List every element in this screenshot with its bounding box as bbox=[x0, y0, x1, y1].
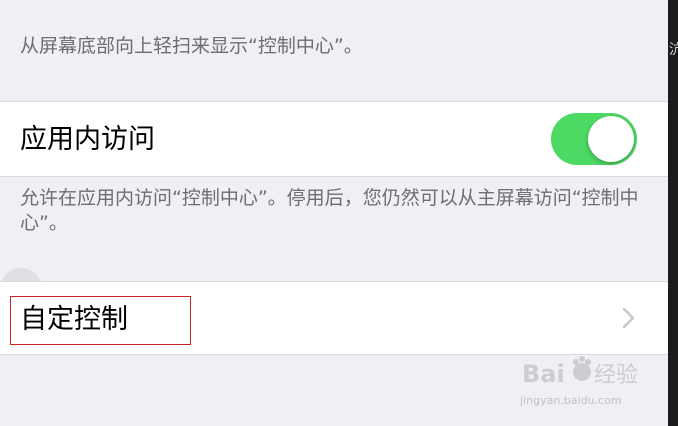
svg-text:经验: 经验 bbox=[594, 363, 638, 388]
toggle-knob bbox=[588, 116, 634, 162]
adjacent-window-edge: 沆 bbox=[668, 0, 678, 426]
swipe-hint-text: 从屏幕底部向上轻扫来显示“控制中心”。 bbox=[20, 35, 363, 57]
access-within-apps-toggle[interactable] bbox=[551, 113, 637, 165]
access-within-apps-label: 应用内访问 bbox=[20, 124, 155, 155]
baidu-logo-icon: Bai 经验 bbox=[522, 356, 638, 388]
watermark-url: jingyan.baidu.com bbox=[520, 394, 622, 407]
chevron-right-icon bbox=[622, 307, 635, 329]
settings-page: 从屏幕底部向上轻扫来显示“控制中心”。 应用内访问 允许在应用内访问“控制中心”… bbox=[0, 0, 668, 426]
baidu-jingyan-watermark: Bai 经验 jingyan.baidu.com bbox=[520, 352, 650, 412]
adjacent-window-text: 沆 bbox=[669, 42, 678, 58]
svg-text:Bai: Bai bbox=[522, 360, 565, 388]
annotation-highlight-box bbox=[10, 296, 191, 345]
access-within-apps-cell: 应用内访问 bbox=[0, 101, 668, 177]
access-within-apps-description: 允许在应用内访问“控制中心”。停用后，您仍然可以从主屏幕访问“控制中心”。 bbox=[20, 187, 639, 234]
